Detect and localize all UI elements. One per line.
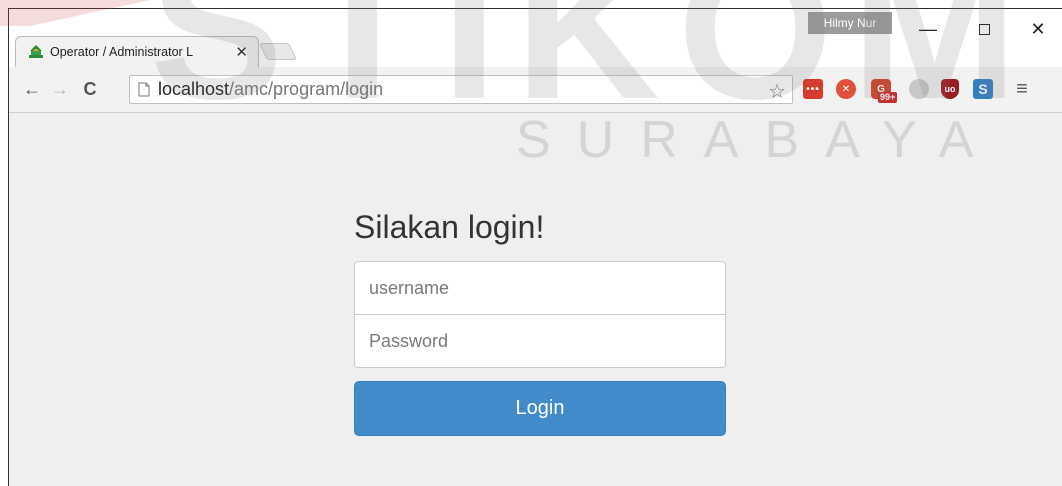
browser-window: Hilmy Nur — ✕ Operator / Administrator L… xyxy=(8,8,1062,486)
dots-extension-icon[interactable]: ••• xyxy=(803,79,823,99)
reload-button[interactable]: C xyxy=(79,78,101,100)
tab-title: Operator / Administrator L xyxy=(50,45,194,59)
close-icon: ✕ xyxy=(1030,18,1046,39)
profile-badge[interactable]: Hilmy Nur xyxy=(808,12,892,34)
site-favicon-icon xyxy=(29,45,43,58)
browser-tab[interactable]: Operator / Administrator L ✕ xyxy=(15,36,259,67)
globe-extension-icon[interactable] xyxy=(909,79,929,99)
rocket-extension-icon[interactable]: ✕ xyxy=(836,79,856,99)
password-input[interactable] xyxy=(354,314,726,368)
maximize-button[interactable] xyxy=(961,14,1007,44)
username-input[interactable] xyxy=(354,261,726,315)
url-path: /amc/program/login xyxy=(229,79,384,99)
close-window-button[interactable]: ✕ xyxy=(1015,14,1061,44)
title-bar: Hilmy Nur — ✕ Operator / Administrator L… xyxy=(9,9,1062,67)
ublock-extension-icon[interactable]: uo xyxy=(941,79,959,99)
forward-button[interactable]: → xyxy=(49,78,71,100)
extension-badge: 99+ xyxy=(878,92,898,103)
s-extension-icon[interactable]: S xyxy=(973,79,993,99)
address-bar[interactable]: localhost/amc/program/login ☆ xyxy=(129,75,793,104)
login-button[interactable]: Login xyxy=(354,381,726,436)
page-icon xyxy=(138,82,150,97)
new-tab-button[interactable] xyxy=(259,43,297,60)
login-heading: Silakan login! xyxy=(354,209,545,245)
tab-close-icon[interactable]: ✕ xyxy=(235,43,248,61)
reload-icon: C xyxy=(83,78,97,99)
browser-toolbar: ← → C localhost/amc/program/login ☆ ••• … xyxy=(9,67,1062,113)
maximize-icon xyxy=(978,23,990,35)
page-content: Silakan login! Login xyxy=(9,113,1062,486)
minimize-button[interactable]: — xyxy=(905,14,951,44)
login-form: Silakan login! Login xyxy=(354,207,726,436)
bookmark-star-icon[interactable]: ☆ xyxy=(768,79,786,104)
back-arrow-icon: ← xyxy=(23,78,41,99)
browser-menu-icon[interactable]: ≡ xyxy=(1011,77,1033,101)
url-host: localhost xyxy=(158,79,230,99)
forward-arrow-icon: → xyxy=(51,78,69,99)
back-button[interactable]: ← xyxy=(21,78,43,100)
minimize-icon: — xyxy=(919,18,937,39)
